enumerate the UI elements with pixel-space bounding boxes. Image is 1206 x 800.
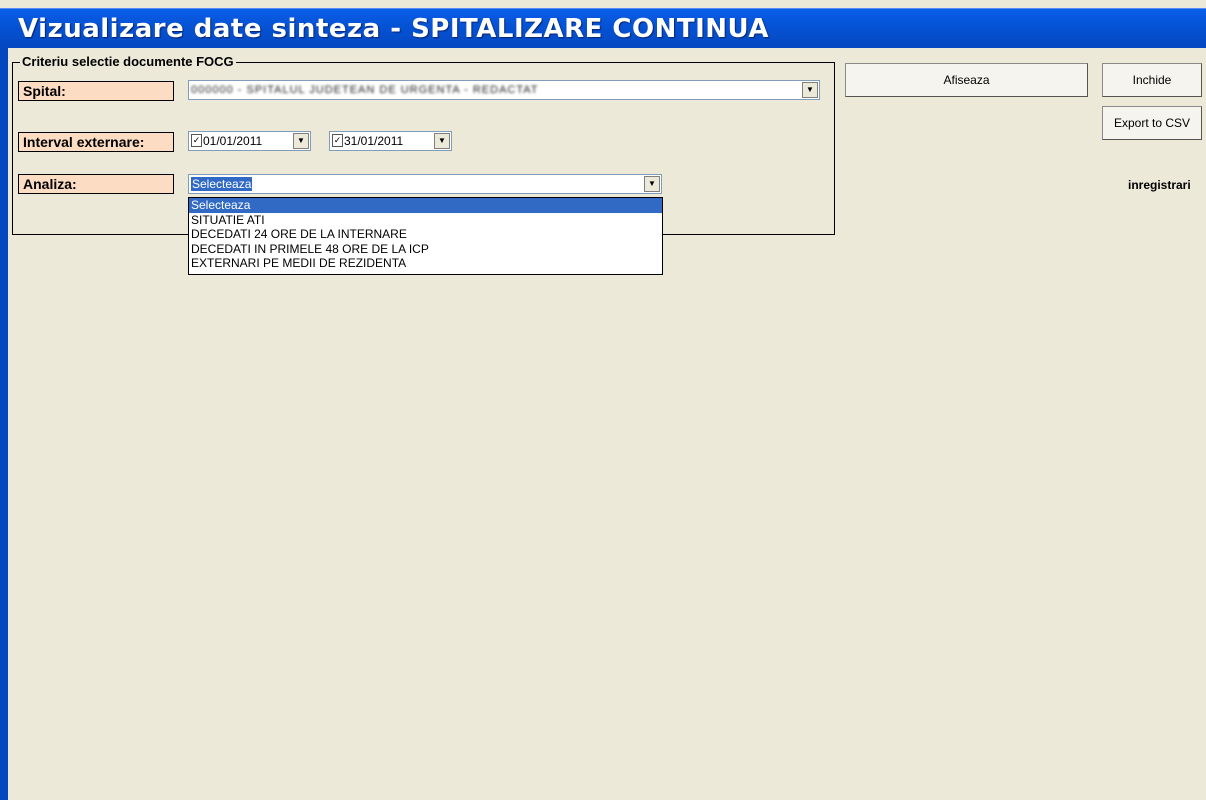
interval-label: Interval externare: (18, 132, 174, 152)
list-item[interactable]: EXTERNARI PE MEDII DE REZIDENTA (189, 256, 662, 271)
date-to-picker[interactable]: ✓ 31/01/2011 ▼ (329, 131, 452, 151)
window-title: Vizualizare date sinteza - SPITALIZARE C… (18, 14, 769, 44)
date-from-picker[interactable]: ✓ 01/01/2011 ▼ (188, 131, 311, 151)
afiseaza-button[interactable]: Afiseaza (845, 63, 1088, 97)
group-title: Criteriu selectie documente FOCG (20, 54, 236, 69)
spital-label: Spital: (18, 81, 174, 101)
chevron-down-icon[interactable]: ▼ (802, 82, 818, 98)
chevron-down-icon[interactable]: ▼ (293, 133, 309, 149)
date-to-value[interactable]: 31/01/2011 (344, 134, 403, 149)
inchide-button[interactable]: Inchide (1102, 63, 1202, 97)
title-bar: Vizualizare date sinteza - SPITALIZARE C… (0, 8, 1206, 49)
analiza-label: Analiza: (18, 174, 174, 194)
date-to-checkbox[interactable]: ✓ (332, 134, 343, 147)
list-item[interactable]: Selecteaza (189, 198, 662, 213)
date-from-checkbox[interactable]: ✓ (191, 134, 202, 147)
window-frame-left (0, 48, 8, 800)
records-count-label: inregistrari (1128, 178, 1191, 192)
spital-combobox[interactable]: 000000 - SPITALUL JUDETEAN DE URGENTA - … (188, 80, 820, 100)
list-item[interactable]: DECEDATI 24 ORE DE LA INTERNARE (189, 227, 662, 242)
analiza-combobox[interactable]: Selecteaza ▼ (188, 174, 662, 194)
list-item[interactable]: SITUATIE ATI (189, 213, 662, 228)
analiza-value: Selecteaza (191, 177, 253, 191)
chevron-down-icon[interactable]: ▼ (434, 133, 450, 149)
chevron-down-icon[interactable]: ▼ (644, 176, 660, 192)
list-item[interactable]: DECEDATI IN PRIMELE 48 ORE DE LA ICP (189, 242, 662, 257)
export-csv-button[interactable]: Export to CSV (1102, 106, 1202, 140)
date-from-value[interactable]: 01/01/2011 (203, 134, 262, 149)
analiza-dropdown-list[interactable]: Selecteaza SITUATIE ATI DECEDATI 24 ORE … (188, 197, 663, 275)
spital-value: 000000 - SPITALUL JUDETEAN DE URGENTA - … (191, 84, 539, 96)
